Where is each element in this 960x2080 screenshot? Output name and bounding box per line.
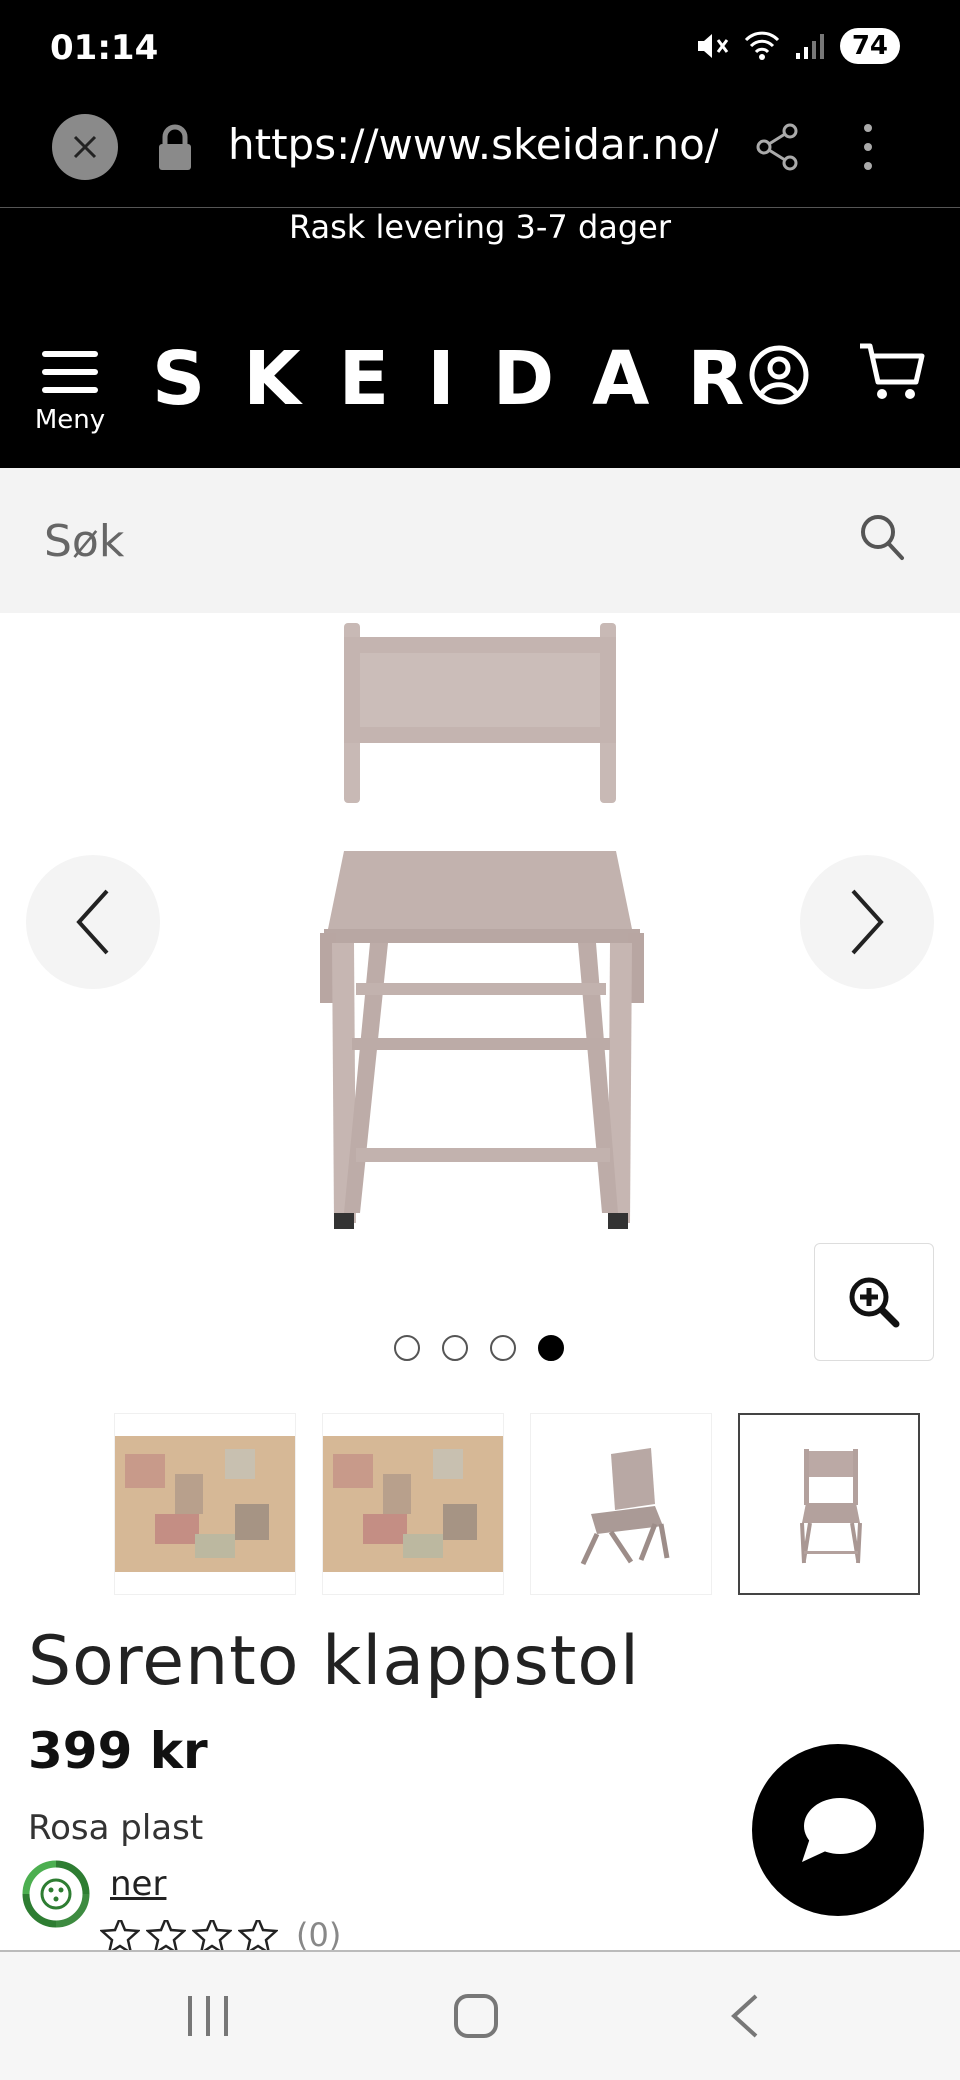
search-bar [0,468,960,613]
home-icon[interactable] [452,1992,500,2040]
carousel-dot[interactable] [442,1335,468,1361]
reviews-link[interactable]: ner [110,1864,166,1904]
next-image-button[interactable] [800,855,934,989]
star-icon [146,1920,186,1950]
product-variant: Rosa plast [28,1808,204,1848]
chevron-right-icon [851,889,884,955]
star-icon [238,1920,278,1950]
share-icon[interactable] [754,122,802,172]
close-icon [73,135,97,159]
hamburger-icon [42,351,98,393]
lifestyle-photo-1 [115,1436,295,1572]
product-price: 399 kr [28,1722,208,1780]
promo-banner: Rask levering 3-7 dager [0,208,960,288]
menu-label: Meny [34,405,106,435]
recent-apps-icon[interactable] [186,1992,230,2040]
mute-icon [697,34,729,58]
thumbnail-chair-front[interactable] [738,1413,920,1595]
chair-angled [580,1448,670,1566]
thumbnail-lifestyle-2[interactable] [322,1413,504,1595]
zoom-button[interactable] [814,1243,934,1361]
product-image-chair[interactable] [300,613,670,1243]
star-icon [192,1920,232,1950]
chat-button[interactable] [752,1744,924,1916]
lock-icon[interactable] [155,124,195,174]
status-time: 01:14 [50,28,159,68]
site-logo[interactable]: SKEIDAR [152,336,782,422]
previous-image-button[interactable] [26,855,160,989]
site-header: Meny SKEIDAR [0,288,960,468]
more-options-icon[interactable] [860,120,876,174]
close-tab-button[interactable] [52,114,118,180]
thumbnail-lifestyle-1[interactable] [114,1413,296,1595]
status-icons: 74 [696,28,900,64]
search-icon[interactable] [858,512,906,562]
recycle-icon[interactable] [18,1856,94,1932]
chair-front [800,1449,862,1564]
account-icon[interactable] [748,344,810,406]
carousel-dot[interactable] [490,1335,516,1361]
product-title: Sorento klappstol [28,1622,640,1701]
battery-indicator: 74 [839,28,900,64]
search-input[interactable] [44,508,824,574]
zoom-in-icon [849,1277,900,1328]
status-bar: 01:14 74 [0,0,960,100]
carousel-dots [394,1335,564,1361]
chevron-left-icon [76,889,109,955]
thumbnail-chair-angled[interactable] [530,1413,712,1595]
thumbnail-strip [0,1413,960,1595]
carousel-dot[interactable] [394,1335,420,1361]
lifestyle-photo-2 [323,1436,503,1572]
url-field[interactable]: https://www.skeidar.no/al [228,120,718,169]
wifi-icon [744,31,779,60]
carousel-dot-active[interactable] [538,1335,564,1361]
system-nav-bar [0,1950,960,2080]
browser-toolbar: https://www.skeidar.no/al [0,100,960,208]
chat-bubble-icon [802,1798,876,1862]
menu-button[interactable]: Meny [30,348,110,435]
signal-icon [795,34,824,59]
product-gallery [0,613,960,1413]
star-icon [100,1920,140,1950]
back-icon[interactable] [730,1992,760,2040]
cart-icon[interactable] [858,340,926,404]
rating-stars[interactable]: (0) [100,1920,341,1950]
review-count: (0) [296,1920,342,1950]
